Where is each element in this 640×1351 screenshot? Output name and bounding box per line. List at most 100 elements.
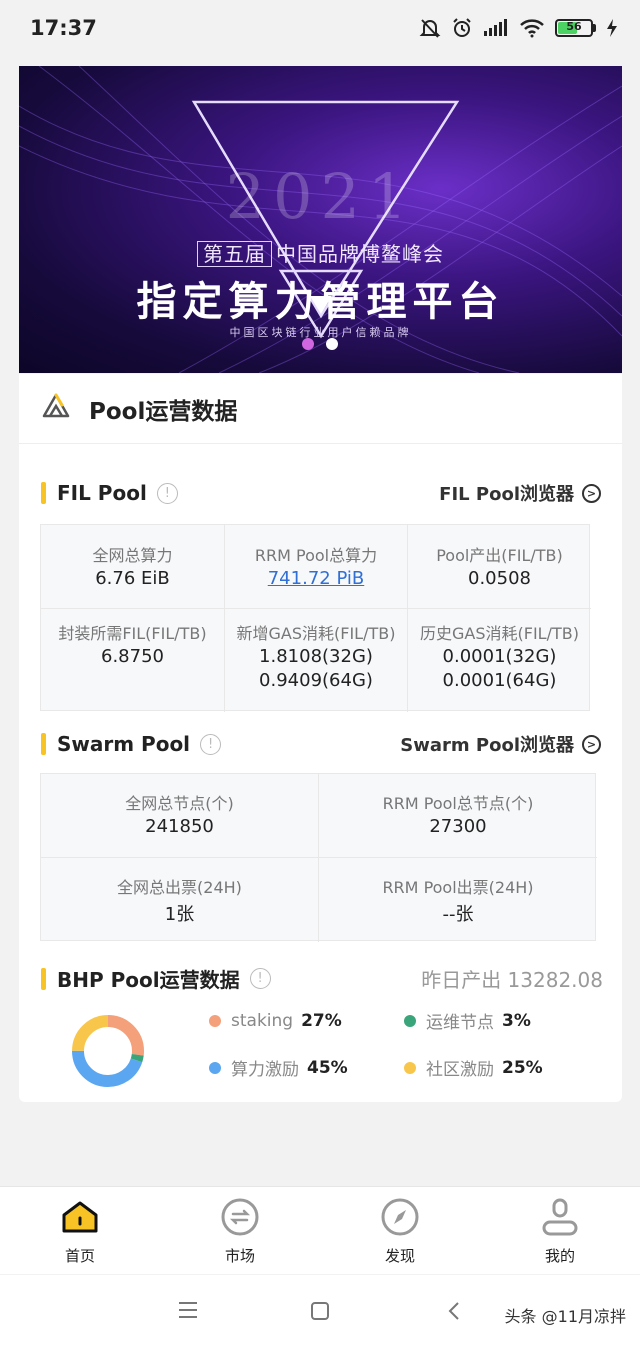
back-chevron-icon[interactable] <box>447 1301 461 1325</box>
legend-percent: 3% <box>502 1010 531 1031</box>
status-icons: 56 <box>419 17 618 39</box>
section-accent-bar <box>41 482 46 504</box>
bhp-pool-title: BHP Pool运营数据 <box>57 968 240 992</box>
carousel-indicator <box>0 338 640 350</box>
stat-value: 0.9409(64G) <box>259 670 373 691</box>
stat-cell-rrm-pool-power: RRM Pool总算力 741.72 PiB <box>225 525 408 609</box>
swarm-pool-header: Swarm Pool ! Swarm Pool浏览器 > <box>41 731 601 757</box>
legend-item-community-incentive: 社区激励 25% <box>404 1055 589 1080</box>
battery-level: 56 <box>566 20 582 33</box>
stat-cell-network-power: 全网总算力 6.76 EiB <box>41 525 225 609</box>
stat-value: 6.76 EiB <box>95 568 170 589</box>
tab-home[interactable]: 首页 <box>0 1187 160 1274</box>
fil-pool-stats-grid: 全网总算力 6.76 EiB RRM Pool总算力 741.72 PiB Po… <box>40 524 591 712</box>
system-navigation-bar: 头条 @11月凉拌 <box>0 1275 640 1351</box>
home-icon <box>60 1197 100 1237</box>
stat-cell-network-tickets: 全网总出票(24H) 1张 <box>41 858 319 942</box>
carousel-dot-1[interactable] <box>302 338 314 350</box>
bhp-distribution-donut-chart <box>72 1015 144 1087</box>
stat-value: 241850 <box>145 816 214 837</box>
bottom-tab-bar: 首页 市场 发现 我的 <box>0 1186 640 1274</box>
alarm-clock-icon <box>451 17 473 39</box>
stat-value: 27300 <box>429 816 487 837</box>
legend-dot <box>209 1061 221 1074</box>
stat-cell-sealing-fil: 封装所需FIL(FIL/TB) 6.8750 <box>41 609 225 712</box>
carousel-dot-2[interactable] <box>326 338 338 350</box>
legend-name: 社区激励 <box>426 1060 494 1080</box>
stat-value: 6.8750 <box>101 646 164 667</box>
legend-dot <box>209 1014 221 1027</box>
legend-percent: 25% <box>502 1057 543 1078</box>
legend-percent: 45% <box>307 1057 348 1078</box>
stat-value: --张 <box>442 904 474 925</box>
banner-subtitle: 第五届 中国品牌博鳌峰会 <box>19 238 622 267</box>
battery-icon: 56 <box>555 19 596 37</box>
fil-pool-browser-label: FIL Pool浏览器 <box>439 484 574 505</box>
legend-percent: 27% <box>301 1010 342 1031</box>
rrm-pool-power-link[interactable]: 741.72 PiB <box>268 567 365 591</box>
tab-market[interactable]: 市场 <box>160 1187 320 1274</box>
stat-value: 1张 <box>164 904 195 925</box>
stat-label: 全网总节点(个) <box>125 794 234 813</box>
fil-pool-title: FIL Pool <box>57 481 147 505</box>
fil-pool-browser-link[interactable]: FIL Pool浏览器 > <box>439 480 601 506</box>
stat-value: 0.0508 <box>468 568 531 589</box>
user-icon <box>540 1197 580 1237</box>
banner-year: 2021 <box>225 160 416 233</box>
stat-label: Pool产出(FIL/TB) <box>436 546 563 565</box>
status-time: 17:37 <box>30 16 97 40</box>
stat-cell-rrm-pool-nodes: RRM Pool总节点(个) 27300 <box>319 774 597 858</box>
bhp-distribution-legend: staking 27% 运维节点 3% 算力激励 45% 社区激励 25% <box>209 1008 589 1080</box>
legend-item-staking: staking 27% <box>209 1008 404 1033</box>
home-square-icon[interactable] <box>310 1301 330 1325</box>
tab-label: 发现 <box>384 1247 415 1265</box>
status-bar: 17:37 56 <box>0 0 640 56</box>
stat-label: 历史GAS消耗(FIL/TB) <box>420 624 579 643</box>
tab-discover[interactable]: 发现 <box>320 1187 480 1274</box>
section-accent-bar <box>41 733 46 755</box>
promo-banner[interactable]: 2021 第五届 中国品牌博鳌峰会 指定算力管理平台 中国区块链行业用户信赖品牌 <box>19 66 622 373</box>
stat-cell-network-nodes: 全网总节点(个) 241850 <box>41 774 319 858</box>
mute-bell-icon <box>419 17 441 39</box>
stat-cell-history-gas: 历史GAS消耗(FIL/TB) 0.0001(32G) 0.0001(64G) <box>408 609 591 712</box>
legend-item-ops-nodes: 运维节点 3% <box>404 1008 589 1033</box>
charging-bolt-icon <box>606 18 618 38</box>
cellular-signal-icon <box>483 18 509 38</box>
legend-name: 算力激励 <box>231 1060 299 1080</box>
legend-name: staking <box>231 1010 294 1031</box>
swarm-pool-info-icon[interactable]: ! <box>200 733 222 755</box>
watermark: 头条 @11月凉拌 <box>504 1307 626 1326</box>
legend-dot <box>404 1061 416 1074</box>
stat-label: RRM Pool总节点(个) <box>382 794 534 813</box>
tab-label: 首页 <box>64 1247 95 1265</box>
stat-cell-rrm-pool-tickets: RRM Pool出票(24H) --张 <box>319 858 597 942</box>
stat-label: RRM Pool总算力 <box>254 546 378 565</box>
pool-operations-card: Pool运营数据 FIL Pool ! FIL Pool浏览器 > 全网总算力 … <box>19 374 622 1102</box>
banner-subtitle-text: 中国品牌博鳌峰会 <box>276 242 444 266</box>
tab-label: 我的 <box>544 1247 575 1265</box>
menu-icon[interactable] <box>178 1301 198 1323</box>
swarm-pool-stats-grid: 全网总节点(个) 241850 RRM Pool总节点(个) 27300 全网总… <box>40 773 597 942</box>
bhp-pool-header: BHP Pool运营数据 ! 昨日产出 13282.08 <box>41 964 603 993</box>
legend-item-power-incentive: 算力激励 45% <box>209 1055 404 1080</box>
stat-cell-new-gas: 新增GAS消耗(FIL/TB) 1.8108(32G) 0.9409(64G) <box>225 609 408 712</box>
stat-label: 全网总算力 <box>92 546 173 565</box>
wifi-icon <box>519 18 545 38</box>
market-exchange-icon <box>220 1197 260 1237</box>
tab-label: 市场 <box>224 1247 255 1265</box>
compass-icon <box>380 1197 420 1237</box>
card-title: Pool运营数据 <box>89 398 238 425</box>
bhp-pool-info-icon[interactable]: ! <box>249 968 271 989</box>
swarm-pool-browser-link[interactable]: Swarm Pool浏览器 > <box>400 731 601 757</box>
stat-value: 0.0001(64G) <box>442 670 557 691</box>
tab-profile[interactable]: 我的 <box>480 1187 640 1274</box>
stat-cell-pool-output: Pool产出(FIL/TB) 0.0508 <box>408 525 591 609</box>
stat-value: 0.0001(32G) <box>442 646 557 667</box>
stat-label: 新增GAS消耗(FIL/TB) <box>236 624 396 643</box>
fil-pool-info-icon[interactable]: ! <box>156 482 178 504</box>
banner-title: 指定算力管理平台 <box>136 278 505 325</box>
section-accent-bar <box>41 967 46 990</box>
legend-name: 运维节点 <box>426 1013 494 1033</box>
swarm-pool-title: Swarm Pool <box>57 732 191 756</box>
bhp-yesterday-output: 昨日产出 13282.08 <box>421 968 603 992</box>
